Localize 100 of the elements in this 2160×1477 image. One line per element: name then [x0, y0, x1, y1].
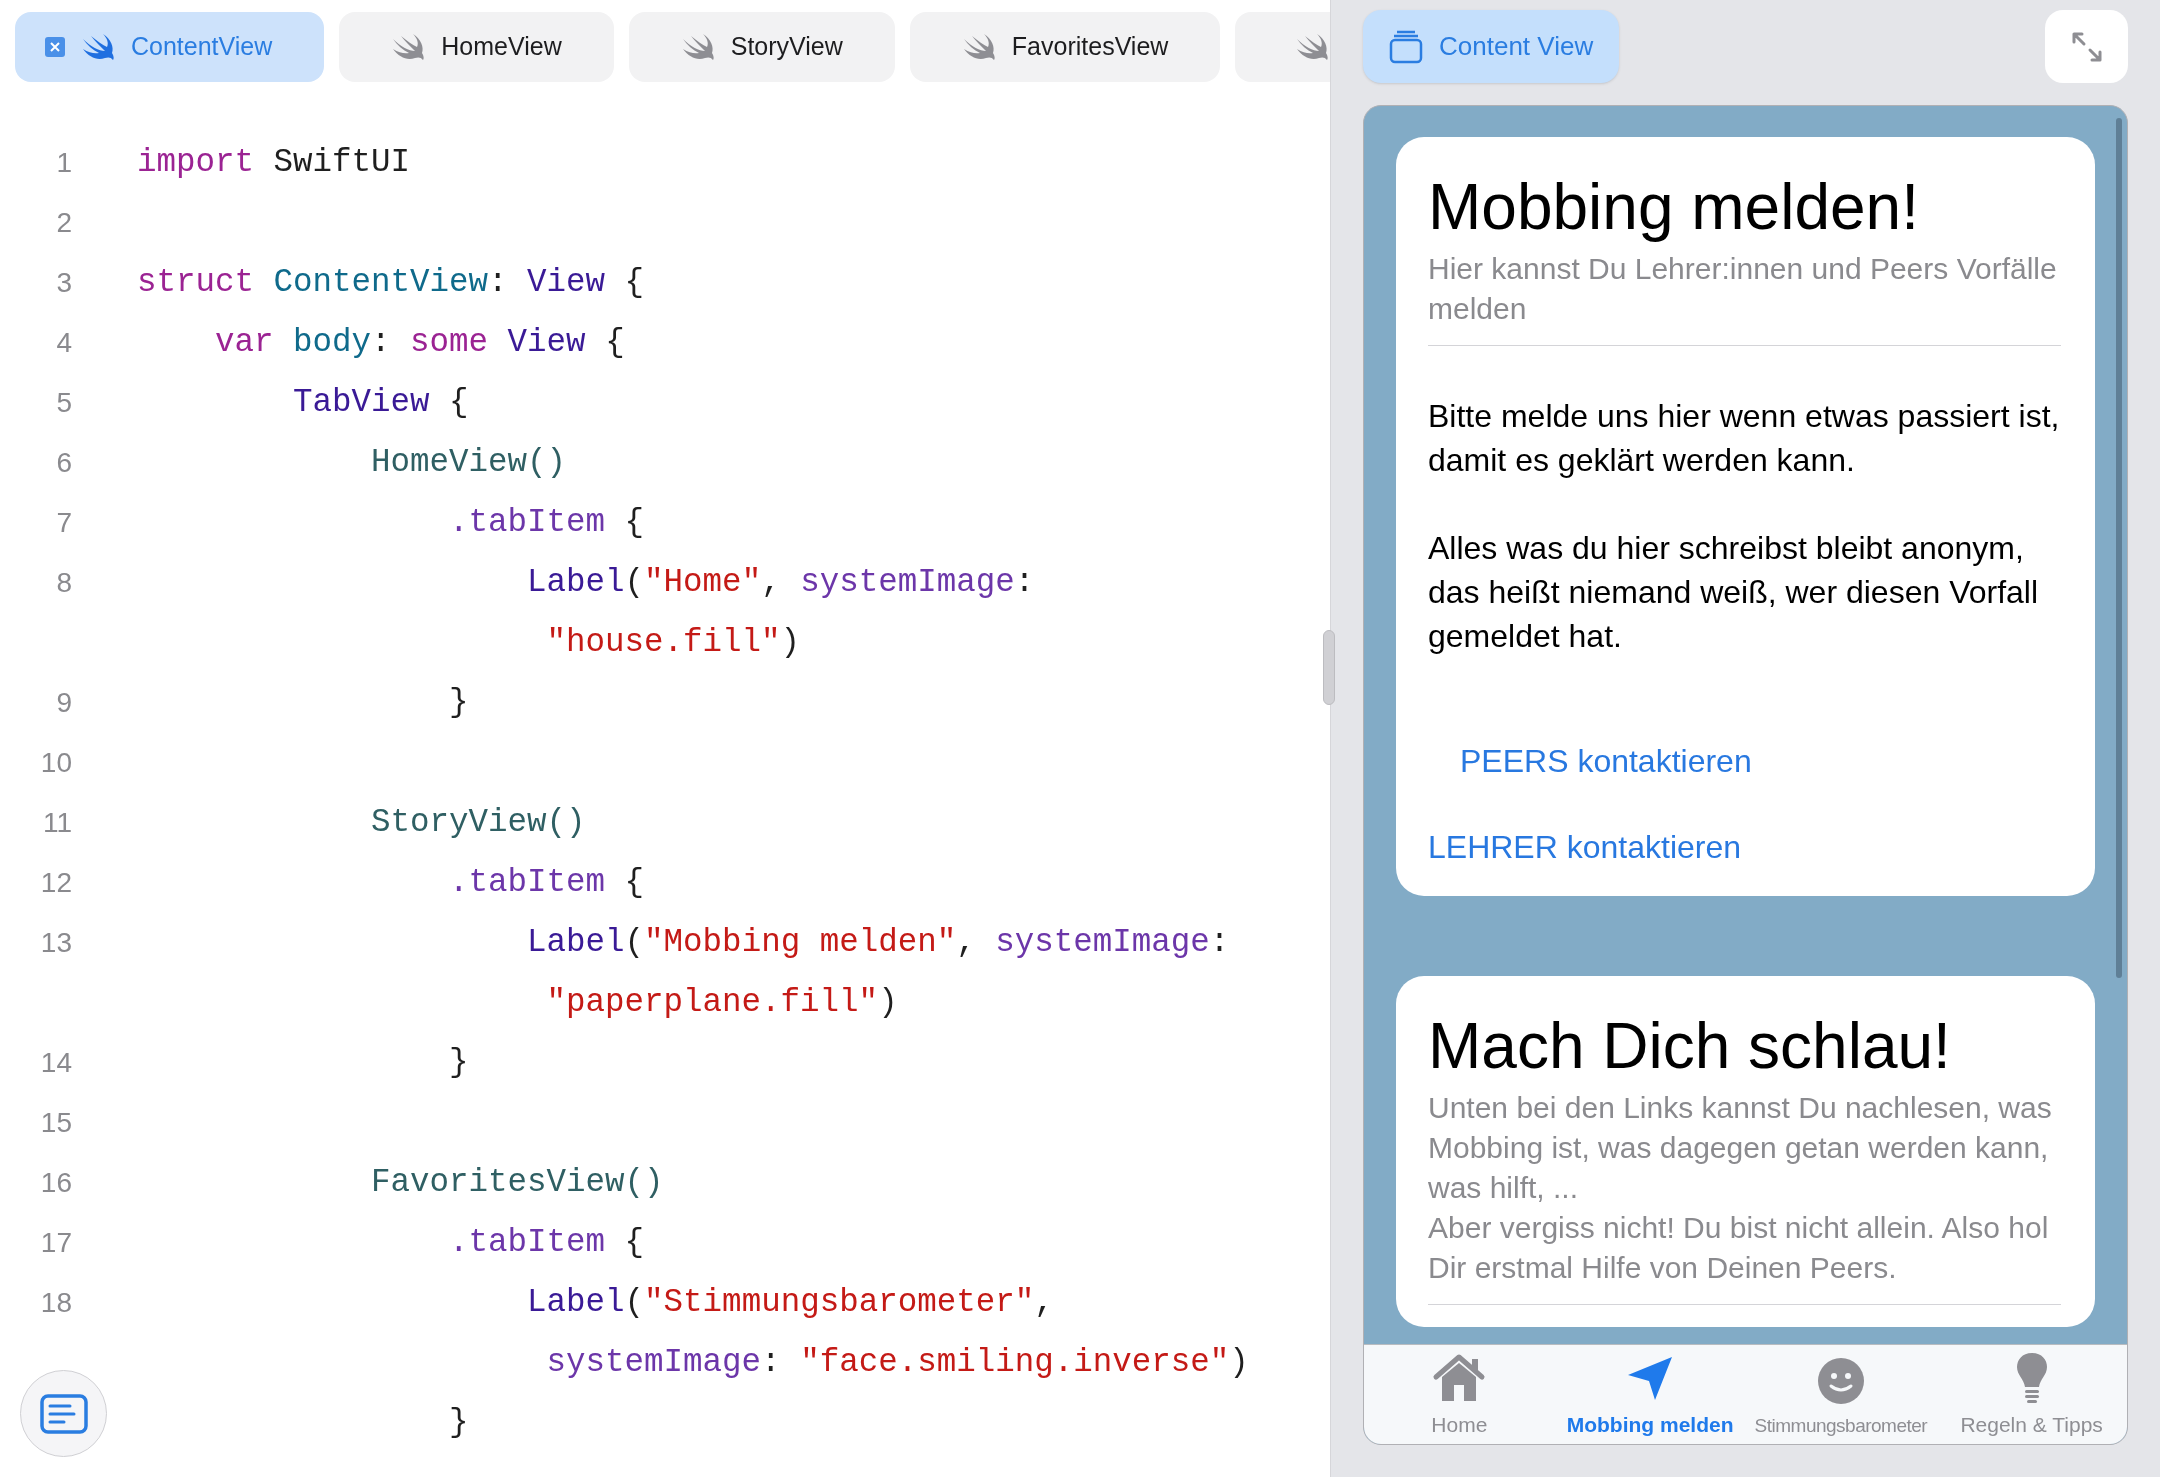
code-token: , — [1034, 1282, 1054, 1323]
code-token: : — [488, 262, 509, 303]
code-token: ) — [780, 622, 801, 663]
code-token: { — [623, 262, 645, 303]
code-token: : — [761, 1342, 782, 1383]
code-token: : — [1209, 922, 1230, 963]
code-token: systemImage — [995, 922, 1210, 963]
code-token: struct — [137, 262, 255, 303]
code-token: "Stimmungsbarometer" — [644, 1282, 1035, 1323]
expand-button[interactable] — [2045, 10, 2128, 83]
code-token: .tabItem — [448, 1222, 606, 1263]
document-icon — [39, 1393, 88, 1434]
code-token: , — [956, 922, 977, 963]
code-token: import — [137, 142, 255, 183]
code-token: "house.fill" — [545, 622, 781, 663]
line-number: 10 — [40, 747, 72, 778]
line-number: 11 — [42, 807, 72, 838]
line-number: 2 — [56, 207, 72, 238]
stack-icon — [1389, 29, 1423, 64]
bird-icon — [81, 33, 115, 61]
body-text: Bitte melde uns hier wenn etwas passiert ist, damit es geklärt werden kann. — [1428, 397, 2061, 480]
contact-link[interactable]: LEHRER kontaktieren — [1428, 824, 1742, 870]
card-title: Mobbing melden! — [1428, 170, 1920, 245]
code-token: "face.smiling.inverse" — [800, 1342, 1230, 1383]
code-token: ( — [624, 1282, 645, 1323]
code-token: .tabItem — [448, 862, 606, 903]
smiley-face-icon — [1815, 1355, 1866, 1406]
line-number: 5 — [56, 387, 72, 418]
editor-tab[interactable]: StoryView — [628, 12, 895, 82]
tab-bar-item[interactable]: Mobbing melden — [1554, 1345, 1746, 1444]
code-token: FavoritesView() — [370, 1162, 664, 1203]
contact-link[interactable]: PEERS kontaktieren — [1460, 738, 1752, 784]
card-subtitle: Unten bei den Links kannst Du nachlesen, was Mobbing ist, was dagegen getan werden kann, was hilft, ... — [1428, 1090, 2053, 1206]
body-text: Alles was du hier schreibst bleibt anonym, das heißt niemand weiß, wer diesen Vorfall gemeldet hat. — [1428, 529, 2040, 656]
code-token: ( — [624, 922, 645, 963]
code-token: Label — [526, 1282, 625, 1323]
line-number: 17 — [40, 1227, 72, 1258]
code-token: , — [761, 562, 782, 603]
code-token: { — [623, 1222, 645, 1263]
code-token: } — [448, 682, 469, 723]
line-number: 15 — [40, 1107, 72, 1138]
close-icon[interactable] — [45, 37, 65, 57]
bird-icon — [1295, 33, 1330, 61]
editor-tab[interactable]: ContentView — [15, 12, 325, 82]
code-token: "Mobbing melden" — [644, 922, 957, 963]
house-icon — [1432, 1352, 1487, 1403]
tab-bar-item[interactable]: Stimmungsbarometer — [1745, 1345, 1937, 1444]
bird-icon — [391, 33, 426, 61]
bird-icon — [961, 33, 996, 61]
code-token: "Home" — [644, 562, 762, 603]
line-number: 12 — [40, 867, 72, 898]
code-token: { — [604, 322, 625, 363]
code-token: : — [371, 322, 392, 363]
code-token: } — [448, 1042, 469, 1083]
code-token: Label — [526, 562, 625, 603]
code-token: Label — [526, 922, 625, 963]
code-token: : — [1014, 562, 1035, 603]
code-token: systemImage — [545, 1342, 762, 1383]
line-number: 18 — [40, 1287, 72, 1318]
line-number: 6 — [56, 447, 72, 478]
editor-tab[interactable]: FavoritesView — [909, 12, 1221, 82]
code-token: .tabItem — [448, 502, 606, 543]
card-title: Mach Dich schlau! — [1428, 1009, 1952, 1084]
code-token: "paperplane.fill" — [545, 982, 879, 1023]
line-number: 9 — [56, 687, 72, 718]
line-number: 1 — [56, 147, 72, 178]
code-token: ( — [624, 562, 645, 603]
line-number: 14 — [40, 1047, 72, 1078]
resize-handle[interactable] — [1323, 630, 1335, 705]
line-number: 7 — [56, 507, 72, 538]
line-number: 16 — [40, 1167, 72, 1198]
code-token: systemImage — [800, 562, 1015, 603]
code-token: body — [292, 322, 372, 363]
code-token: StoryView() — [370, 802, 586, 843]
line-number: 4 — [56, 327, 72, 358]
tab-bar-item[interactable]: Regeln & Tipps — [1936, 1345, 2127, 1444]
code-token: SwiftUI — [272, 142, 411, 183]
code-token: { — [448, 382, 469, 423]
line-number: 3 — [56, 267, 72, 298]
bird-icon — [680, 33, 715, 61]
code-token: TabView — [292, 382, 430, 423]
code-token: HomeView() — [370, 442, 567, 483]
code-token: some — [410, 322, 489, 363]
code-token: View — [506, 322, 586, 363]
card-subtitle: Hier kannst Du Lehrer:innen und Peers Vorfälle melden — [1428, 251, 2058, 327]
code-token: { — [623, 862, 645, 903]
expand-icon — [2070, 30, 2103, 63]
code-token: ContentView — [272, 262, 489, 303]
preview-chip[interactable]: Content View — [1363, 10, 1620, 83]
code-token: View — [527, 262, 606, 303]
code-token: ) — [878, 982, 898, 1023]
editor-tab[interactable]: HomeView — [339, 12, 614, 82]
line-number: 8 — [56, 567, 72, 598]
code-token: } — [448, 1402, 469, 1443]
card-subtitle: Aber vergiss nicht! Du bist nicht allein. Also hol Dir erstmal Hilfe von Deinen Peers. — [1428, 1210, 2050, 1286]
editor-tab[interactable] — [1235, 12, 1330, 82]
code-token: { — [623, 502, 645, 543]
tab-bar-item[interactable]: Home — [1364, 1345, 1555, 1444]
code-token: ) — [1229, 1342, 1249, 1383]
line-number: 13 — [40, 927, 72, 958]
